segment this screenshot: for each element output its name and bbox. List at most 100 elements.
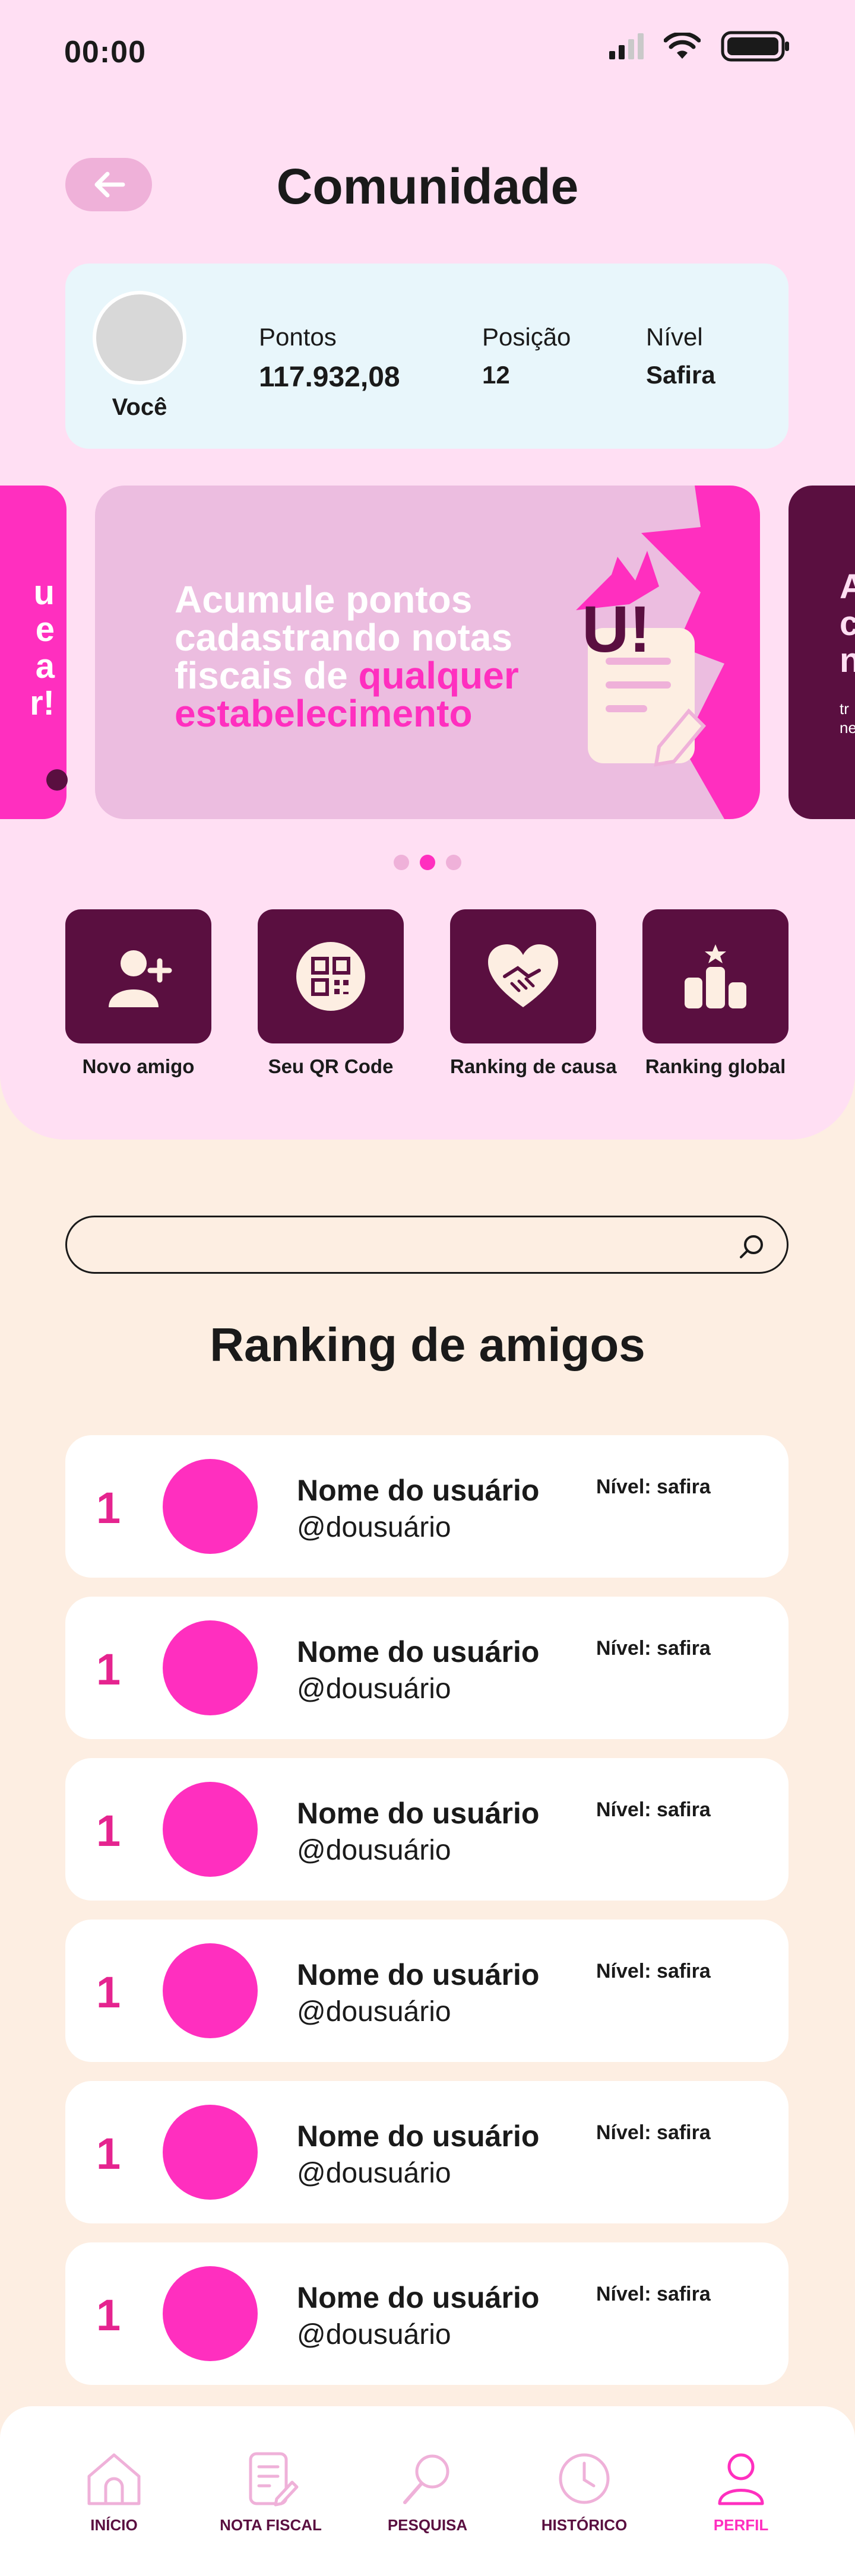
- action-label: Seu QR Code: [268, 1055, 394, 1077]
- status-time: 00:00: [64, 35, 146, 69]
- ranking-title: Ranking de amigos: [210, 1318, 645, 1371]
- cellular-signal-icon: [609, 33, 644, 59]
- stat-value: Safira: [646, 361, 715, 389]
- rank-position: 1: [96, 1806, 121, 1855]
- rank-position: 1: [96, 2291, 121, 2340]
- ranking-row[interactable]: 1 Nome do usuário @dousuário Nível: safi…: [65, 1920, 788, 2062]
- avatar: [163, 1620, 258, 1715]
- search-input[interactable]: [91, 1226, 714, 1265]
- search-icon[interactable]: [738, 1233, 765, 1260]
- rank-position: 1: [96, 1968, 121, 2017]
- carousel-dot-active[interactable]: [420, 855, 435, 870]
- user-handle: @dousuário: [297, 1996, 451, 2028]
- user-handle: @dousuário: [297, 2319, 451, 2350]
- user-name: Nome do usuário: [297, 1958, 540, 1991]
- nav-label: HISTÓRICO: [541, 2516, 628, 2534]
- action-tile[interactable]: [258, 909, 404, 1043]
- ranking-row[interactable]: 1 Nome do usuário @dousuário Nível: safi…: [65, 1758, 788, 1901]
- nav-item-profile[interactable]: PERFIL: [673, 2406, 809, 2576]
- user-name: Nome do usuário: [297, 1474, 540, 1507]
- slide-prev-dot: [46, 769, 68, 791]
- avatar: [163, 1943, 258, 2038]
- stat-value: 117.932,08: [259, 361, 400, 393]
- banner-logo: U!: [582, 593, 651, 666]
- user-level: Nível: safira: [596, 1960, 711, 1982]
- action-label: Ranking global: [645, 1055, 786, 1077]
- clock-icon: [559, 2453, 610, 2504]
- rank-position: 1: [96, 1483, 121, 1533]
- user-level: Nível: safira: [596, 1476, 711, 1498]
- slide-next-subtitle: tr ne: [840, 700, 855, 737]
- user-handle: @dousuário: [297, 1835, 451, 1866]
- nav-item-history[interactable]: HISTÓRICO: [516, 2406, 653, 2576]
- ranking-row[interactable]: 1 Nome do usuário @dousuário Nível: safi…: [65, 2081, 788, 2223]
- action-global-ranking[interactable]: Ranking global: [642, 909, 788, 1078]
- avatar: [163, 1459, 258, 1554]
- slide-prev-text: u e a r!: [30, 573, 55, 722]
- stat-label: Posição: [482, 323, 571, 351]
- avatar[interactable]: [93, 291, 186, 385]
- stat-label: Pontos: [259, 323, 337, 351]
- stat-points: Pontos 117.932,08: [259, 323, 400, 394]
- search-icon: [403, 2454, 449, 2504]
- home-icon: [87, 2453, 141, 2505]
- receipt-icon: [249, 2452, 299, 2507]
- avatar: [163, 1782, 258, 1877]
- handshake-heart-icon: [488, 944, 558, 1007]
- quick-actions: Novo amigo Seu QR Code Ranking de causa …: [65, 909, 788, 1078]
- nav-item-search[interactable]: PESQUISA: [359, 2406, 496, 2576]
- user-handle: @dousuário: [297, 1673, 451, 1705]
- user-level: Nível: safira: [596, 2283, 711, 2305]
- ranking-row[interactable]: 1 Nome do usuário @dousuário Nível: safi…: [65, 1435, 788, 1578]
- avatar: [163, 2266, 258, 2361]
- battery-icon: [721, 31, 789, 62]
- carousel-dot[interactable]: [394, 855, 409, 870]
- nav-label: INÍCIO: [90, 2516, 138, 2534]
- action-tile[interactable]: [642, 909, 788, 1043]
- user-level: Nível: safira: [596, 1798, 711, 1821]
- user-name: Nome do usuário: [297, 2281, 540, 2314]
- action-cause-ranking[interactable]: Ranking de causa: [450, 909, 617, 1078]
- stat-position: Posição 12: [482, 323, 571, 389]
- carousel-dot[interactable]: [446, 855, 461, 870]
- nav-label: PESQUISA: [387, 2516, 468, 2534]
- slide-next-title: A c n: [840, 567, 855, 680]
- receipt-logo-illustration: U!: [576, 486, 760, 819]
- nav-label: NOTA FISCAL: [220, 2516, 322, 2534]
- status-icons: [608, 31, 791, 62]
- qr-code-icon: [296, 942, 365, 1011]
- nav-item-receipt[interactable]: NOTA FISCAL: [202, 2406, 339, 2576]
- user-handle: @dousuário: [297, 2158, 451, 2189]
- action-new-friend[interactable]: Novo amigo: [65, 909, 211, 1078]
- wifi-icon: [664, 33, 701, 59]
- add-friend-icon: [109, 950, 172, 1007]
- action-qr-code[interactable]: Seu QR Code: [258, 909, 404, 1078]
- action-tile[interactable]: [450, 909, 596, 1043]
- page-title: Comunidade: [276, 158, 579, 214]
- podium-icon: [685, 944, 746, 1008]
- friends-ranking-list: 1 Nome do usuário @dousuário Nível: safi…: [65, 1435, 788, 2404]
- ranking-row[interactable]: 1 Nome do usuário @dousuário Nível: safi…: [65, 1597, 788, 1739]
- action-tile[interactable]: [65, 909, 211, 1043]
- search-bar[interactable]: [65, 1216, 788, 1274]
- stat-level: Nível Safira: [646, 323, 715, 389]
- user-level: Nível: safira: [596, 1637, 711, 1660]
- you-label: Você: [112, 394, 167, 420]
- rank-position: 1: [96, 1645, 121, 1694]
- user-name: Nome do usuário: [297, 2120, 540, 2153]
- user-name: Nome do usuário: [297, 1635, 540, 1668]
- bottom-nav: INÍCIO NOTA FISCAL PESQUISA HISTÓRICO PE…: [0, 2406, 855, 2576]
- carousel-slide-prev[interactable]: u e a r!: [0, 486, 68, 819]
- user-stats-card: Você Pontos 117.932,08 Posição 12 Nível …: [65, 264, 788, 449]
- banner-text: Acumule pontos cadastrando notas fiscais…: [175, 580, 555, 732]
- nav-item-home[interactable]: INÍCIO: [46, 2406, 182, 2576]
- action-label: Novo amigo: [82, 1055, 195, 1077]
- promo-carousel[interactable]: u e a r! Acumule pontos cadastrando nota…: [0, 486, 855, 819]
- user-handle: @dousuário: [297, 1512, 451, 1543]
- ranking-row[interactable]: 1 Nome do usuário @dousuário Nível: safi…: [65, 2242, 788, 2385]
- avatar: [163, 2105, 258, 2200]
- carousel-dots: [0, 855, 855, 870]
- carousel-slide-next[interactable]: A c n tr ne: [788, 486, 855, 819]
- carousel-slide-current[interactable]: Acumule pontos cadastrando notas fiscais…: [95, 486, 760, 819]
- stat-label: Nível: [646, 323, 703, 351]
